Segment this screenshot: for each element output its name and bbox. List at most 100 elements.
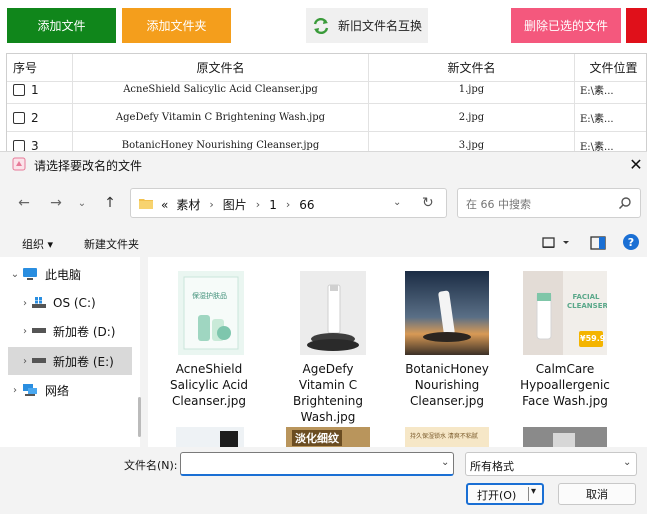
table-row[interactable]: 2 AgeDefy Vitamin C Brightening Wash.jpg… bbox=[7, 104, 646, 132]
breadcrumb-chevron-icon[interactable]: › bbox=[209, 198, 213, 211]
add-file-button[interactable]: 添加文件 bbox=[7, 8, 116, 43]
tree-item-label: OS (C:) bbox=[53, 296, 96, 310]
file-thumbnail[interactable]: 淡化细纹 bbox=[286, 427, 370, 447]
chevron-down-icon[interactable]: ⌄ bbox=[623, 457, 631, 468]
thumbnail-text: 持久保湿锁水 清爽不粘腻 bbox=[410, 433, 478, 440]
file-tile[interactable]: BotanicHoney Nourishing Cleanser.jpg bbox=[392, 265, 502, 435]
tree-item-label: 此电脑 bbox=[45, 267, 82, 282]
file-name-line: Nourishing bbox=[414, 378, 480, 392]
new-folder-button[interactable]: 新建文件夹 bbox=[84, 236, 139, 252]
search-input[interactable] bbox=[466, 195, 616, 213]
chevron-right-icon[interactable]: › bbox=[18, 326, 32, 337]
file-thumbnail[interactable] bbox=[176, 427, 244, 447]
file-name: AgeDefy Vitamin C Brightening Wash.jpg bbox=[273, 361, 383, 425]
chevron-right-icon[interactable]: › bbox=[8, 385, 22, 396]
dialog-footer: 文件名(N): ⌄ 所有格式 ⌄ 打开(O) ▾ 取消 bbox=[0, 448, 647, 514]
refresh-icon[interactable]: ↻ bbox=[422, 195, 434, 211]
row-new: 1.jpg bbox=[369, 76, 575, 103]
dialog-titlebar: 请选择要改名的文件 ✕ bbox=[0, 152, 647, 176]
file-name-line: Vitamin C bbox=[298, 378, 358, 392]
pc-icon bbox=[23, 268, 37, 280]
file-thumbnail[interactable]: 持久保湿锁水 清爽不粘腻 bbox=[405, 427, 489, 447]
row-checkbox[interactable] bbox=[13, 139, 25, 152]
cancel-button[interactable]: 取消 bbox=[558, 483, 636, 505]
breadcrumb-chevron-icon[interactable]: › bbox=[286, 198, 290, 211]
tree-item-label: 新加卷 (D:) bbox=[53, 324, 116, 339]
add-folder-button[interactable]: 添加文件夹 bbox=[122, 8, 231, 43]
breadcrumb-item[interactable]: 1 bbox=[269, 198, 277, 212]
tree-scrollbar[interactable] bbox=[138, 397, 141, 437]
file-name-line: CalmCare bbox=[535, 362, 595, 376]
file-thumbnail: 保湿护肤品 bbox=[178, 271, 244, 355]
swap-icon bbox=[313, 17, 329, 34]
breadcrumb-chevron-icon[interactable]: › bbox=[256, 198, 260, 211]
tree-item-volume-d[interactable]: › 新加卷 (D:) bbox=[8, 317, 132, 345]
row-checkbox[interactable] bbox=[13, 83, 25, 96]
chevron-right-icon[interactable]: › bbox=[18, 298, 32, 309]
file-name-line: Face Wash.jpg bbox=[522, 394, 608, 408]
file-thumbnail bbox=[405, 271, 489, 355]
delete-selected-button[interactable]: 删除已选的文件 bbox=[511, 8, 621, 43]
view-options-icon[interactable] bbox=[541, 235, 573, 251]
split-divider bbox=[528, 487, 529, 501]
file-name: BotanicHoney Nourishing Cleanser.jpg bbox=[392, 361, 502, 409]
help-icon[interactable]: ? bbox=[623, 234, 639, 250]
thumbnail-text: 淡化细纹 bbox=[292, 430, 342, 446]
file-grid: 序号 原文件名 新文件名 文件位置 1 AcneShield Salicylic… bbox=[6, 53, 647, 153]
open-button[interactable]: 打开(O) ▾ bbox=[466, 483, 544, 505]
up-arrow-icon[interactable]: ↑ bbox=[100, 193, 120, 213]
thumbnail-text: 保湿护肤品 bbox=[192, 292, 227, 300]
swap-names-button[interactable]: 新旧文件名互换 bbox=[306, 8, 428, 43]
breadcrumb-item[interactable]: 素材 bbox=[176, 196, 200, 213]
row-location: E:\素... bbox=[575, 76, 646, 103]
dialog-title: 请选择要改名的文件 bbox=[34, 159, 143, 173]
chevron-down-icon[interactable]: ⌄ bbox=[8, 269, 22, 280]
breadcrumb-overflow[interactable]: « bbox=[161, 198, 168, 212]
filename-combobox[interactable]: ⌄ bbox=[180, 452, 454, 476]
breadcrumb-item[interactable]: 图片 bbox=[223, 196, 247, 213]
chevron-right-icon[interactable]: › bbox=[18, 356, 32, 367]
tree-item-this-pc[interactable]: ⌄ 此电脑 bbox=[8, 260, 132, 288]
file-name-line: Wash.jpg bbox=[300, 410, 356, 424]
tree-item-network[interactable]: › 网络 bbox=[8, 376, 132, 404]
preview-pane-icon[interactable] bbox=[590, 235, 606, 251]
tree-item-os-c[interactable]: › OS (C:) bbox=[8, 289, 132, 317]
command-bar: 组织 ▾ 新建文件夹 ? bbox=[0, 230, 647, 256]
forward-arrow-icon[interactable]: → bbox=[46, 193, 66, 213]
row-location: E:\素... bbox=[575, 132, 646, 152]
file-name-line: Cleanser.jpg bbox=[410, 394, 484, 408]
recent-chevron-icon[interactable]: ⌄ bbox=[72, 193, 92, 213]
product-image bbox=[178, 271, 244, 355]
filename-input[interactable] bbox=[185, 456, 425, 472]
organize-menu[interactable]: 组织 ▾ bbox=[22, 236, 53, 252]
close-icon[interactable]: ✕ bbox=[626, 154, 646, 174]
file-tile[interactable]: FACIAL CLEANSER ¥59.9 CalmCare Hypoaller… bbox=[510, 265, 620, 435]
table-row[interactable]: 1 AcneShield Salicylic Acid Cleanser.jpg… bbox=[7, 76, 646, 104]
row-new: 3.jpg bbox=[369, 132, 575, 152]
search-box[interactable] bbox=[457, 188, 641, 218]
table-row[interactable]: 3 BotanicHoney Nourishing Cleanser.jpg 3… bbox=[7, 132, 646, 152]
drive-icon bbox=[32, 328, 46, 333]
file-type-value: 所有格式 bbox=[470, 460, 514, 473]
tree-item-volume-e[interactable]: › 新加卷 (E:) bbox=[8, 347, 132, 375]
file-name-line: AcneShield bbox=[175, 362, 243, 376]
address-bar[interactable]: « 素材 › 图片 › 1 › 66 ⌄ ↻ bbox=[130, 188, 447, 218]
file-tile[interactable]: AgeDefy Vitamin C Brightening Wash.jpg bbox=[273, 265, 383, 435]
file-thumbnail[interactable] bbox=[523, 427, 607, 447]
address-dropdown-icon[interactable]: ⌄ bbox=[393, 197, 401, 208]
search-icon[interactable] bbox=[618, 196, 632, 210]
row-checkbox[interactable] bbox=[13, 111, 25, 124]
clear-button[interactable] bbox=[626, 8, 647, 43]
open-dropdown-icon[interactable]: ▾ bbox=[531, 486, 536, 497]
file-tile[interactable]: 保湿护肤品 AcneShield Salicylic Acid Cleanser… bbox=[154, 265, 264, 435]
file-type-select[interactable]: 所有格式 ⌄ bbox=[465, 452, 637, 476]
open-file-dialog: 请选择要改名的文件 ✕ ← → ⌄ ↑ « 素材 › 图片 › 1 › 66 ⌄… bbox=[0, 151, 647, 514]
row-new: 2.jpg bbox=[369, 104, 575, 131]
breadcrumb: « 素材 › 图片 › 1 › 66 bbox=[161, 196, 315, 213]
back-arrow-icon[interactable]: ← bbox=[14, 193, 34, 213]
app-icon bbox=[12, 157, 26, 171]
file-name-line: AgeDefy bbox=[302, 362, 354, 376]
breadcrumb-item[interactable]: 66 bbox=[299, 198, 314, 212]
chevron-down-icon[interactable]: ⌄ bbox=[441, 457, 449, 468]
row-index: 1 bbox=[31, 82, 39, 97]
